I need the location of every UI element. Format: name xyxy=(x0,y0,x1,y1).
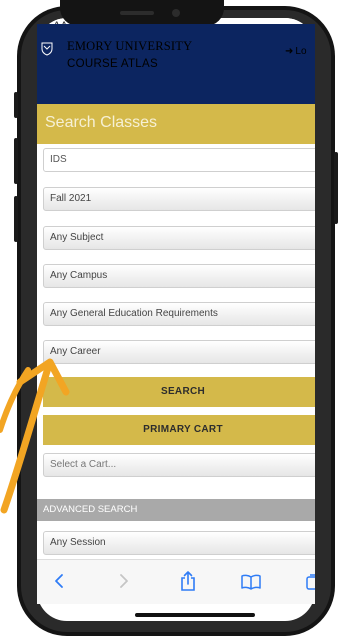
bookmarks-icon[interactable] xyxy=(240,574,262,590)
search-button[interactable]: SEARCH xyxy=(43,377,315,407)
campus-select[interactable]: Any Campus xyxy=(43,264,315,288)
speaker-grille xyxy=(120,11,154,15)
career-select[interactable]: Any Career xyxy=(43,340,315,364)
session-select[interactable]: Any Session xyxy=(43,531,315,555)
back-icon[interactable] xyxy=(53,573,65,589)
volume-up-button xyxy=(14,138,18,184)
university-name[interactable]: EMORY UNIVERSITY xyxy=(67,39,192,54)
course-atlas-title[interactable]: COURSE ATLAS xyxy=(67,58,158,70)
share-icon[interactable] xyxy=(179,570,197,592)
emory-shield-icon xyxy=(41,42,53,56)
home-indicator xyxy=(135,613,255,617)
browser-toolbar xyxy=(37,559,315,604)
login-icon: ➜ xyxy=(285,46,294,57)
keyword-input[interactable]: IDS xyxy=(43,148,315,172)
tabs-icon[interactable] xyxy=(306,573,315,591)
term-select[interactable]: Fall 2021 xyxy=(43,187,315,211)
primary-cart-button[interactable]: PRIMARY CART xyxy=(43,415,315,445)
login-label: Lo xyxy=(295,46,307,57)
mute-switch xyxy=(14,92,18,118)
login-link[interactable]: ➜ Lo xyxy=(285,46,307,57)
front-camera xyxy=(172,9,180,17)
search-classes-heading: Search Classes xyxy=(45,114,158,131)
power-button xyxy=(334,152,338,224)
subject-select[interactable]: Any Subject xyxy=(43,226,315,250)
phone-notch xyxy=(60,0,224,26)
cart-select[interactable]: Select a Cart... xyxy=(43,453,315,477)
ger-select[interactable]: Any General Education Requirements xyxy=(43,302,315,326)
volume-down-button xyxy=(14,196,18,242)
forward-icon[interactable] xyxy=(118,573,130,589)
advanced-search-header[interactable]: ADVANCED SEARCH xyxy=(37,499,315,521)
screen-content: EMORY UNIVERSITY COURSE ATLAS ➜ Lo Search… xyxy=(37,24,315,621)
